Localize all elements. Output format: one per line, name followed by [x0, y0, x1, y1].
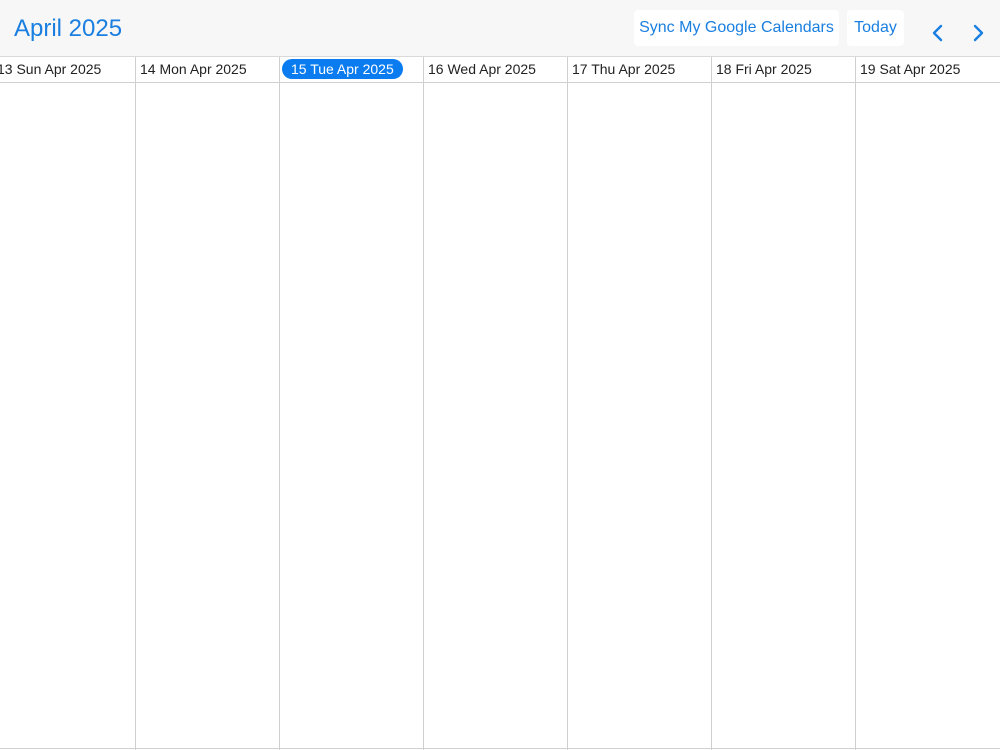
- day-header-sat[interactable]: 19 Sat Apr 2025: [860, 57, 960, 82]
- day-header-label: 16 Wed Apr 2025: [428, 61, 536, 77]
- next-week-button[interactable]: [960, 10, 996, 46]
- day-header-wed[interactable]: 16 Wed Apr 2025: [428, 57, 536, 82]
- day-header-fri[interactable]: 18 Fri Apr 2025: [716, 57, 812, 82]
- day-header-mon[interactable]: 14 Mon Apr 2025: [140, 57, 247, 82]
- day-column-thu[interactable]: [568, 83, 711, 750]
- day-header-sun[interactable]: 13 Sun Apr 2025: [0, 57, 101, 82]
- today-date-badge: 15 Tue Apr 2025: [282, 59, 403, 79]
- day-header-label: 18 Fri Apr 2025: [716, 61, 812, 77]
- sync-google-calendars-button[interactable]: Sync My Google Calendars: [634, 10, 839, 46]
- day-column-wed[interactable]: [424, 83, 567, 750]
- day-header-label: 13 Sun Apr 2025: [0, 61, 102, 77]
- day-header-label: 19 Sat Apr 2025: [860, 61, 961, 77]
- day-header-thu[interactable]: 17 Thu Apr 2025: [572, 57, 675, 82]
- grid-bottom-border: [0, 748, 1000, 749]
- day-column-tue[interactable]: [280, 83, 423, 750]
- day-header-label: 17 Thu Apr 2025: [572, 61, 676, 77]
- week-grid: [0, 83, 1000, 750]
- column-divider: [423, 57, 424, 750]
- chevron-left-icon: [932, 24, 943, 41]
- chevron-right-icon: [973, 24, 984, 41]
- column-divider: [711, 57, 712, 750]
- previous-week-button[interactable]: [920, 10, 956, 46]
- column-divider: [855, 57, 856, 750]
- day-header-tue-today[interactable]: 15 Tue Apr 2025: [282, 57, 403, 82]
- column-divider: [135, 57, 136, 750]
- day-column-fri[interactable]: [712, 83, 855, 750]
- column-divider: [279, 57, 280, 750]
- day-column-sat[interactable]: [856, 83, 1000, 750]
- day-header-label: 14 Mon Apr 2025: [140, 61, 247, 77]
- month-title: April 2025: [14, 15, 123, 42]
- week-day-headers: 13 Sun Apr 2025 14 Mon Apr 2025 15 Tue A…: [0, 57, 1000, 83]
- day-column-mon[interactable]: [136, 83, 279, 750]
- day-column-sun[interactable]: [0, 83, 135, 750]
- today-button[interactable]: Today: [847, 10, 904, 46]
- column-divider: [567, 57, 568, 750]
- calendar-header: April 2025 Sync My Google Calendars Toda…: [0, 0, 1000, 57]
- calendar-app: April 2025 Sync My Google Calendars Toda…: [0, 0, 1000, 750]
